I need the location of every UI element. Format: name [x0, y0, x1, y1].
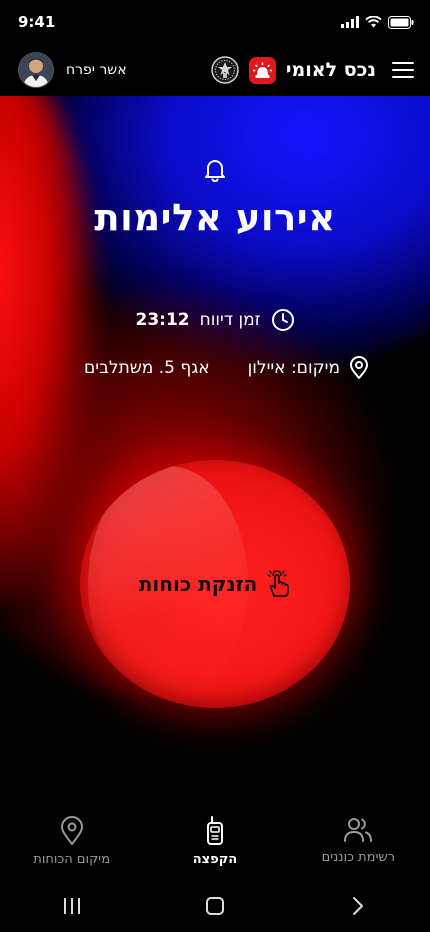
- signal-icon: [341, 16, 359, 28]
- map-pin-icon: [60, 816, 83, 845]
- avatar[interactable]: [18, 52, 54, 88]
- user-profile[interactable]: אשר יפרח: [18, 52, 127, 88]
- location-row: מיקום: איילון אגף 5. משתלבים: [84, 356, 370, 380]
- nav-item-dispatch[interactable]: הקפצה: [150, 816, 280, 867]
- nav-item-forces-location[interactable]: מיקום הכוחות: [7, 816, 137, 867]
- home-button[interactable]: [185, 886, 245, 926]
- bell-icon: [205, 160, 225, 183]
- wifi-icon: [365, 16, 382, 28]
- status-bar: 9:41: [0, 0, 430, 44]
- hamburger-menu-icon[interactable]: [392, 61, 414, 79]
- battery-icon: [388, 15, 414, 29]
- app-header: אשר יפרח נכס לאומי: [0, 44, 430, 96]
- hand-pointer-icon: [267, 570, 290, 597]
- location-label: מיקום: איילון: [247, 358, 340, 378]
- report-time-label: זמן דיווח: [199, 310, 261, 330]
- walkie-talkie-icon: [206, 816, 223, 845]
- incident-title: אירוע אלימות: [94, 196, 336, 239]
- nav-item-standby-list[interactable]: רשימת כוננים: [293, 816, 423, 865]
- police-emblem-icon: [211, 56, 239, 84]
- home-icon: [205, 897, 224, 915]
- nav-label-standby-list: רשימת כוננים: [321, 850, 395, 865]
- location-detail: אגף 5. משתלבים: [84, 358, 210, 378]
- report-time-value: 23:12: [135, 310, 190, 330]
- back-button[interactable]: [328, 886, 388, 926]
- dispatch-label: הזנקת כוחות: [138, 572, 258, 596]
- system-nav-bar: [0, 880, 430, 932]
- siren-icon: [248, 56, 276, 84]
- clock-icon: [271, 309, 294, 331]
- nav-label-forces-location: מיקום הכוחות: [33, 852, 111, 867]
- map-pin-icon: [350, 356, 368, 379]
- chevron-right-icon: [353, 897, 364, 915]
- recent-apps-button[interactable]: [42, 886, 102, 926]
- status-icons: [341, 15, 414, 29]
- status-time: 9:41: [18, 13, 56, 31]
- report-time-row: זמן דיווח 23:12: [0, 308, 430, 332]
- bottom-nav: מיקום הכוחות הקפצה רשימת כוננים: [0, 806, 430, 880]
- incident-panel: אירוע אלימות זמן דיווח 23:12 מיקום: אייל…: [0, 96, 430, 806]
- recent-apps-icon: [63, 898, 80, 914]
- nav-label-dispatch: הקפצה: [192, 852, 238, 867]
- users-icon: [344, 818, 373, 842]
- app-title: נכס לאומי: [285, 59, 376, 81]
- user-name: אשר יפרח: [66, 62, 127, 78]
- brand: נכס לאומי: [211, 56, 414, 84]
- dispatch-forces-button[interactable]: הזנקת כוחות: [80, 460, 350, 708]
